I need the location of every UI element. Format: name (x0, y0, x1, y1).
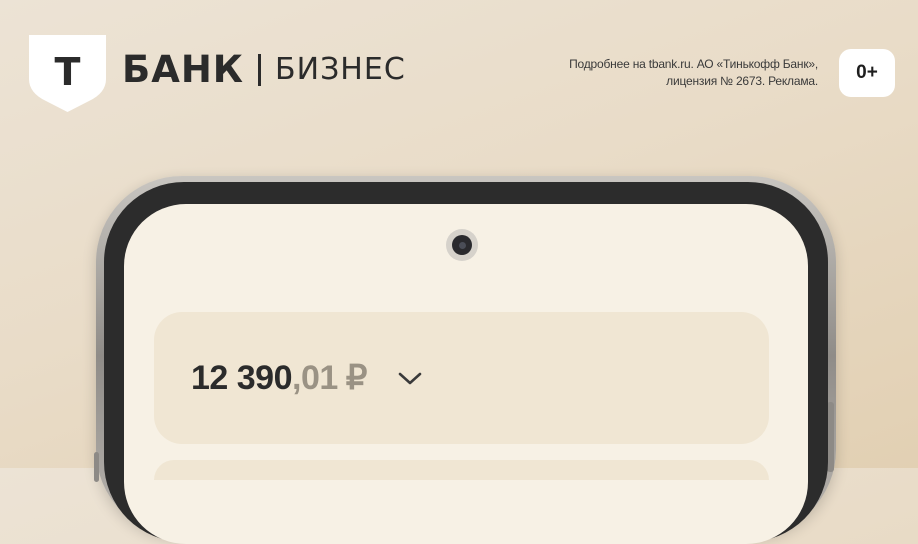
disclaimer-line-1: Подробнее на tbank.ru. АО «Тинькофф Банк… (569, 57, 818, 71)
logo-shield-icon: Т (29, 35, 106, 112)
camera-icon (446, 229, 478, 261)
brand-bank-text: БАНК (122, 48, 245, 91)
logo-letter: Т (55, 50, 81, 94)
legal-disclaimer: Подробнее на tbank.ru. АО «Тинькофф Банк… (498, 56, 818, 90)
brand-wordmark: БАНК БИЗНЕС (122, 50, 406, 90)
phone-side-button (827, 402, 834, 472)
age-rating-badge: 0+ (839, 49, 895, 97)
phone-left-button (94, 452, 99, 482)
account-balance: 12 390,01 ₽ (191, 356, 367, 400)
camera-lens (452, 235, 472, 255)
balance-currency: ₽ (345, 359, 368, 397)
chevron-down-icon[interactable] (397, 370, 423, 388)
secondary-card (154, 460, 769, 480)
brand-divider (258, 54, 262, 86)
brand-business-text: БИЗНЕС (275, 52, 406, 87)
balance-integer: 12 390 (191, 358, 293, 397)
disclaimer-line-2: лицензия № 2673. Реклама. (666, 74, 818, 88)
balance-fraction: ,01 (292, 358, 338, 397)
